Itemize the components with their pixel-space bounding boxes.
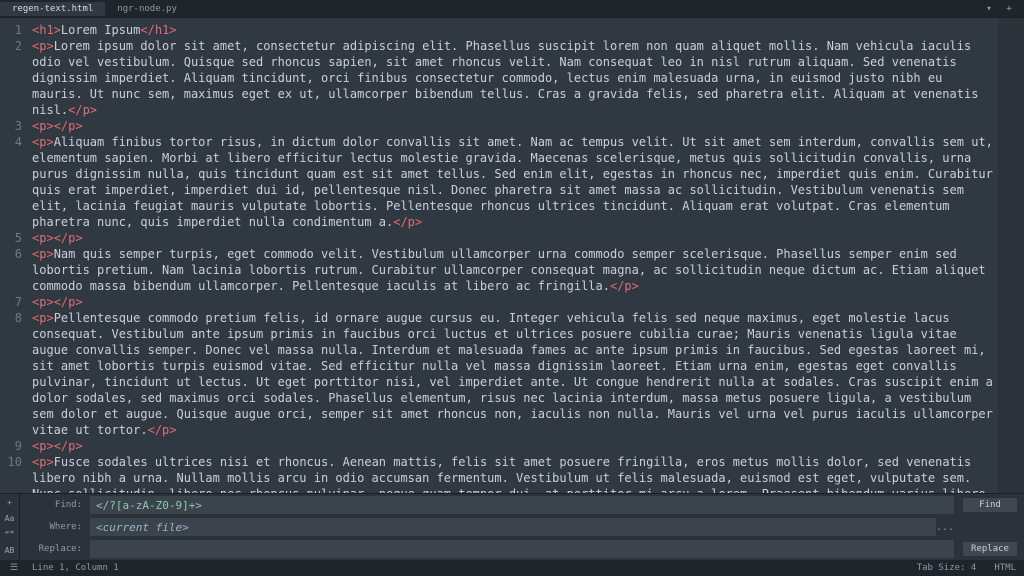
find-button[interactable]: Find — [962, 497, 1018, 513]
find-label: Find: — [20, 500, 90, 510]
where-more-button[interactable]: ... — [936, 522, 954, 533]
minimap[interactable] — [998, 18, 1024, 493]
where-label: Where: — [20, 522, 90, 532]
tab-other[interactable]: ngr-node.py — [105, 2, 189, 16]
status-position: Line 1, Column 1 — [32, 563, 119, 573]
replace-input[interactable] — [90, 540, 954, 558]
status-tabsize[interactable]: Tab Size: 4 — [917, 563, 977, 573]
plus-tab-icon[interactable]: + — [1002, 2, 1016, 16]
status-syntax[interactable]: HTML — [994, 563, 1016, 573]
line-gutter: 12345678910 — [0, 18, 28, 493]
chevron-down-icon[interactable]: ▾ — [982, 2, 996, 16]
editor-area[interactable]: 12345678910 <h1>Lorem Ipsum</h1><p>Lorem… — [0, 18, 1024, 493]
find-all-icon[interactable]: AB — [4, 544, 16, 556]
menu-icon[interactable]: ☰ — [8, 563, 20, 573]
replace-button[interactable]: Replace — [962, 541, 1018, 557]
tab-active[interactable]: regen-text.html — [0, 2, 105, 16]
find-add-icon[interactable]: + — [4, 496, 16, 508]
where-input[interactable] — [90, 518, 936, 536]
find-word-icon[interactable]: “” — [4, 528, 16, 540]
find-replace-panel: + Aa “” AB Find: Find Where: ... R — [0, 493, 1024, 560]
status-bar: ☰ Line 1, Column 1 Tab Size: 4 HTML — [0, 560, 1024, 576]
find-case-icon[interactable]: Aa — [4, 512, 16, 524]
find-input[interactable] — [90, 496, 954, 514]
tab-bar: regen-text.html ngr-node.py ▾ + — [0, 0, 1024, 18]
replace-label: Replace: — [20, 544, 90, 554]
code-content[interactable]: <h1>Lorem Ipsum</h1><p>Lorem ipsum dolor… — [28, 18, 998, 493]
